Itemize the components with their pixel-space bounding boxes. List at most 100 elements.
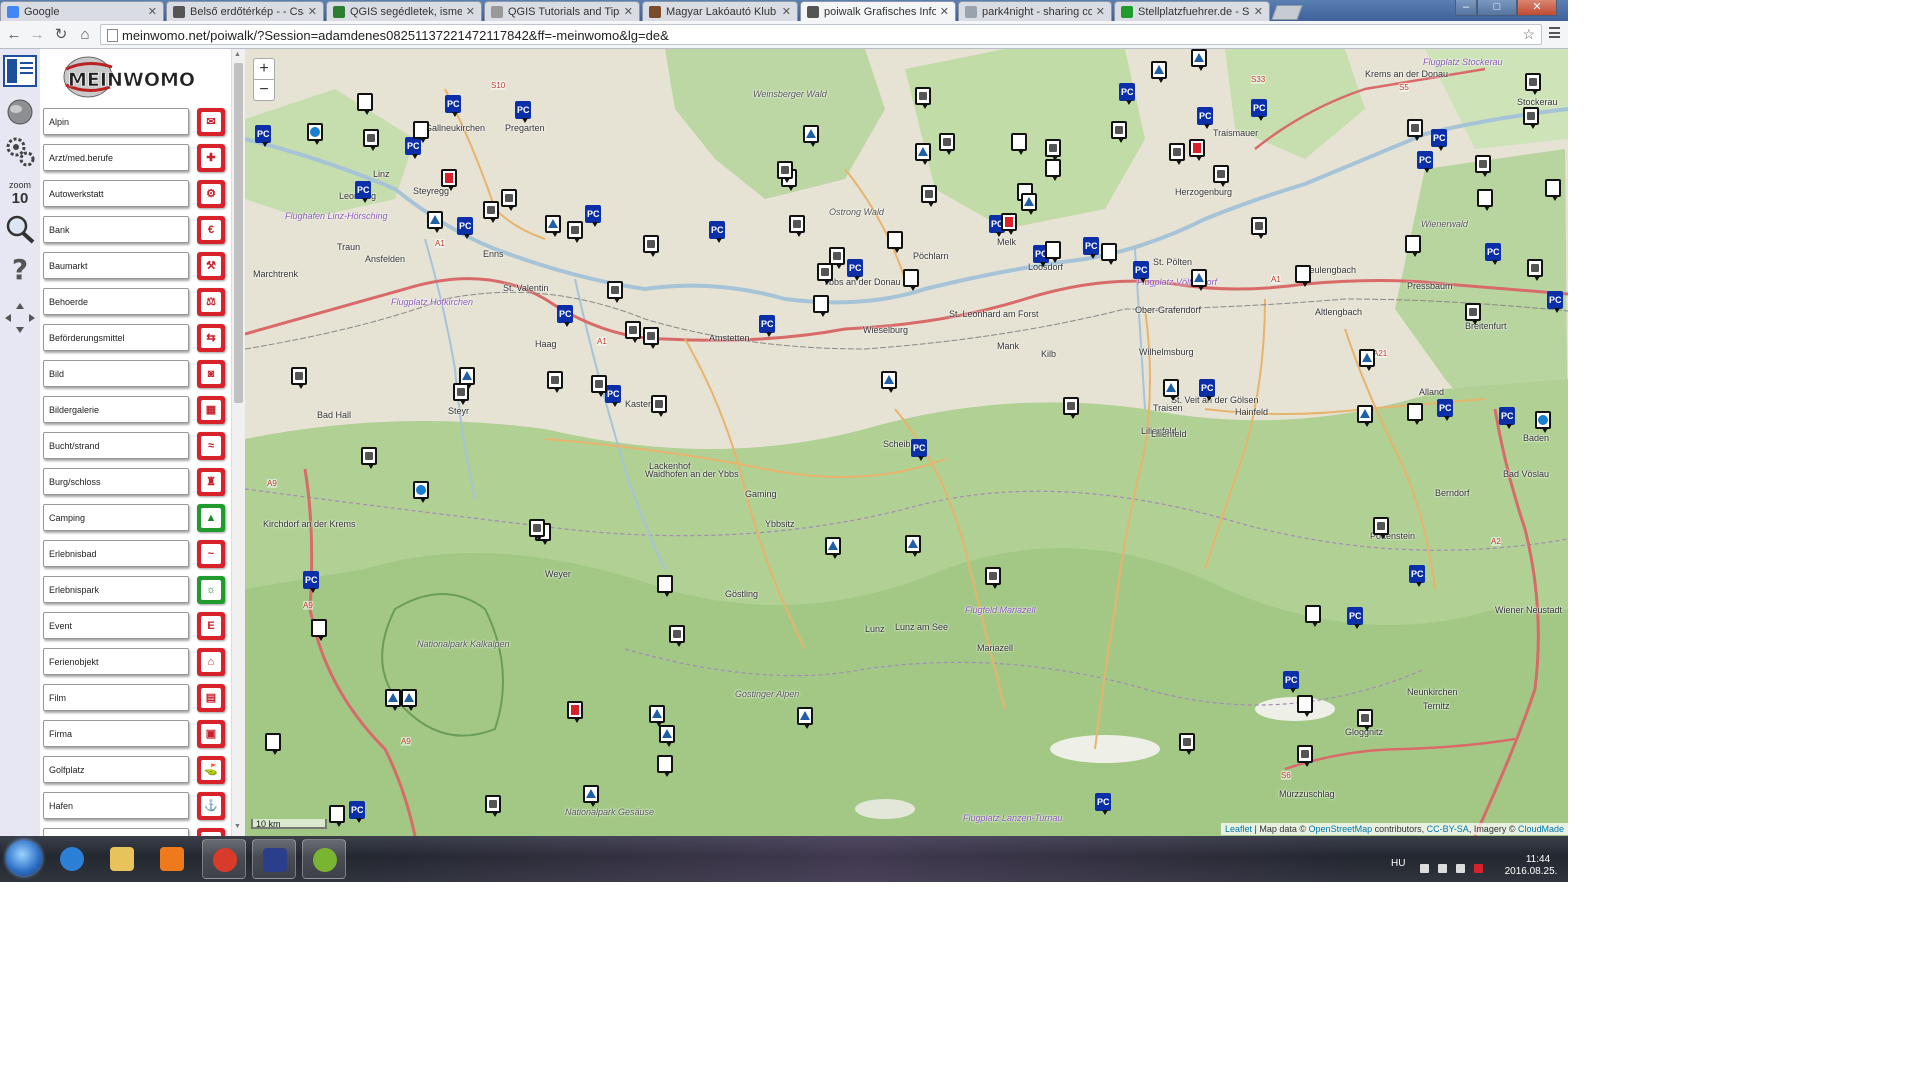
panel-toggle-icon[interactable] bbox=[3, 55, 37, 87]
info-marker-icon[interactable] bbox=[307, 123, 323, 145]
camp-marker-icon[interactable] bbox=[545, 215, 561, 237]
park-marker-icon[interactable] bbox=[1305, 605, 1321, 627]
category-button[interactable]: Erlebnispark bbox=[43, 576, 189, 603]
category-button[interactable]: Autowerkstatt bbox=[43, 180, 189, 207]
category-icon[interactable]: ✉ bbox=[197, 108, 225, 136]
category-icon[interactable]: ⚓ bbox=[197, 792, 225, 820]
language-indicator[interactable]: HU bbox=[1391, 858, 1405, 869]
bus-marker-icon[interactable] bbox=[483, 201, 499, 223]
category-icon[interactable]: E bbox=[197, 612, 225, 640]
bus-marker-icon[interactable] bbox=[1213, 165, 1229, 187]
tab-close-icon[interactable]: ✕ bbox=[782, 5, 791, 18]
red-marker-icon[interactable] bbox=[1189, 139, 1205, 161]
pc-marker-icon[interactable]: PC bbox=[1283, 671, 1299, 693]
category-button[interactable]: Bucht/strand bbox=[43, 432, 189, 459]
pc-marker-icon[interactable]: PC bbox=[585, 205, 601, 227]
category-button[interactable]: Alpin bbox=[43, 108, 189, 135]
category-button[interactable] bbox=[43, 828, 189, 836]
pc-marker-icon[interactable]: PC bbox=[1499, 407, 1515, 429]
pc-marker-icon[interactable]: PC bbox=[303, 571, 319, 593]
category-button[interactable]: Event bbox=[43, 612, 189, 639]
globe-icon[interactable] bbox=[3, 97, 37, 127]
settings-gears-icon[interactable] bbox=[3, 135, 37, 169]
volume-muted-icon[interactable] bbox=[1474, 864, 1483, 873]
browser-tab[interactable]: Belső erdőtérkép - - Csak ✕ bbox=[166, 1, 324, 21]
chrome-taskbar-button[interactable] bbox=[202, 839, 246, 879]
park-marker-icon[interactable] bbox=[887, 231, 903, 253]
bus-marker-icon[interactable] bbox=[651, 395, 667, 417]
pc-marker-icon[interactable]: PC bbox=[1485, 243, 1501, 265]
bus-marker-icon[interactable] bbox=[817, 263, 833, 285]
pc-marker-icon[interactable]: PC bbox=[445, 95, 461, 117]
tab-close-icon[interactable]: ✕ bbox=[1096, 5, 1105, 18]
bus-marker-icon[interactable] bbox=[1179, 733, 1195, 755]
camp-marker-icon[interactable] bbox=[1021, 193, 1037, 215]
pc-marker-icon[interactable]: PC bbox=[1199, 379, 1215, 401]
search-icon[interactable] bbox=[3, 213, 37, 245]
scroll-down-arrow-icon[interactable]: ▼ bbox=[234, 823, 241, 830]
category-icon[interactable]: ▦ bbox=[197, 396, 225, 424]
tab-close-icon[interactable]: ✕ bbox=[1254, 5, 1263, 18]
bus-marker-icon[interactable] bbox=[1527, 259, 1543, 281]
camp-marker-icon[interactable] bbox=[659, 725, 675, 747]
camp-marker-icon[interactable] bbox=[797, 707, 813, 729]
category-icon[interactable] bbox=[197, 828, 225, 836]
license-link[interactable]: CC-BY-SA bbox=[1427, 824, 1469, 834]
category-button[interactable]: Golfplatz bbox=[43, 756, 189, 783]
map-view[interactable]: LinzEnnsTraunAnsfeldenLeondingSteyreggGa… bbox=[245, 49, 1568, 836]
bus-marker-icon[interactable] bbox=[591, 375, 607, 397]
leaflet-link[interactable]: Leaflet bbox=[1225, 824, 1252, 834]
park-marker-icon[interactable] bbox=[657, 755, 673, 777]
media-player-taskbar-button[interactable] bbox=[150, 839, 194, 879]
category-icon[interactable]: € bbox=[197, 216, 225, 244]
back-arrow-icon[interactable]: ← bbox=[4, 25, 24, 45]
tab-close-icon[interactable]: ✕ bbox=[148, 5, 157, 18]
bus-marker-icon[interactable] bbox=[1523, 107, 1539, 129]
camp-marker-icon[interactable] bbox=[583, 785, 599, 807]
map-zoom-in-button[interactable]: + bbox=[253, 58, 275, 80]
browser-tab[interactable]: Stellplatzfuehrer.de - Such ✕ bbox=[1114, 1, 1270, 21]
bus-marker-icon[interactable] bbox=[1169, 143, 1185, 165]
category-button[interactable]: Arzt/med.berufe bbox=[43, 144, 189, 171]
clock-time[interactable]: 11:44 bbox=[1511, 854, 1565, 865]
category-scrollbar[interactable]: ▲ ▼ bbox=[231, 49, 245, 836]
bus-marker-icon[interactable] bbox=[915, 87, 931, 109]
category-icon[interactable]: ⌂ bbox=[197, 648, 225, 676]
browser-tab[interactable]: QGIS Tutorials and Tips — ✕ bbox=[484, 1, 640, 21]
browser-tab[interactable]: QGIS segédletek, ismerte ✕ bbox=[326, 1, 482, 21]
category-button[interactable]: Burg/schloss bbox=[43, 468, 189, 495]
category-button[interactable]: Behoerde bbox=[43, 288, 189, 315]
bus-marker-icon[interactable] bbox=[1357, 709, 1373, 731]
map-zoom-out-button[interactable]: − bbox=[253, 79, 275, 101]
camp-marker-icon[interactable] bbox=[881, 371, 897, 393]
network-icon[interactable] bbox=[1456, 864, 1465, 873]
pc-marker-icon[interactable]: PC bbox=[405, 137, 421, 159]
bus-marker-icon[interactable] bbox=[291, 367, 307, 389]
pc-marker-icon[interactable]: PC bbox=[355, 181, 371, 203]
info-marker-icon[interactable] bbox=[413, 481, 429, 503]
address-bar[interactable]: meinwomo.net/poiwalk/?Session=adamdenes0… bbox=[100, 24, 1542, 45]
bus-marker-icon[interactable] bbox=[529, 519, 545, 541]
bus-marker-icon[interactable] bbox=[669, 625, 685, 647]
category-button[interactable]: Firma bbox=[43, 720, 189, 747]
park-marker-icon[interactable] bbox=[265, 733, 281, 755]
pc-marker-icon[interactable]: PC bbox=[911, 439, 927, 461]
bus-marker-icon[interactable] bbox=[625, 321, 641, 343]
ie-taskbar-button[interactable] bbox=[50, 839, 94, 879]
bus-marker-icon[interactable] bbox=[1407, 119, 1423, 141]
save-app-taskbar-button[interactable] bbox=[252, 839, 296, 879]
category-icon[interactable]: ⛳ bbox=[197, 756, 225, 784]
park-marker-icon[interactable] bbox=[1011, 133, 1027, 155]
park-marker-icon[interactable] bbox=[1407, 403, 1423, 425]
flag-icon[interactable] bbox=[1438, 864, 1447, 873]
red-marker-icon[interactable] bbox=[441, 169, 457, 191]
category-icon[interactable]: ~ bbox=[197, 540, 225, 568]
camp-marker-icon[interactable] bbox=[427, 211, 443, 233]
camp-marker-icon[interactable] bbox=[385, 689, 401, 711]
browser-tab[interactable]: poiwalk Grafisches Inform ✕ bbox=[800, 1, 956, 21]
park-marker-icon[interactable] bbox=[311, 619, 327, 641]
park-marker-icon[interactable] bbox=[1045, 241, 1061, 263]
camp-marker-icon[interactable] bbox=[1151, 61, 1167, 83]
category-button[interactable]: Film bbox=[43, 684, 189, 711]
pc-marker-icon[interactable]: PC bbox=[1409, 565, 1425, 587]
